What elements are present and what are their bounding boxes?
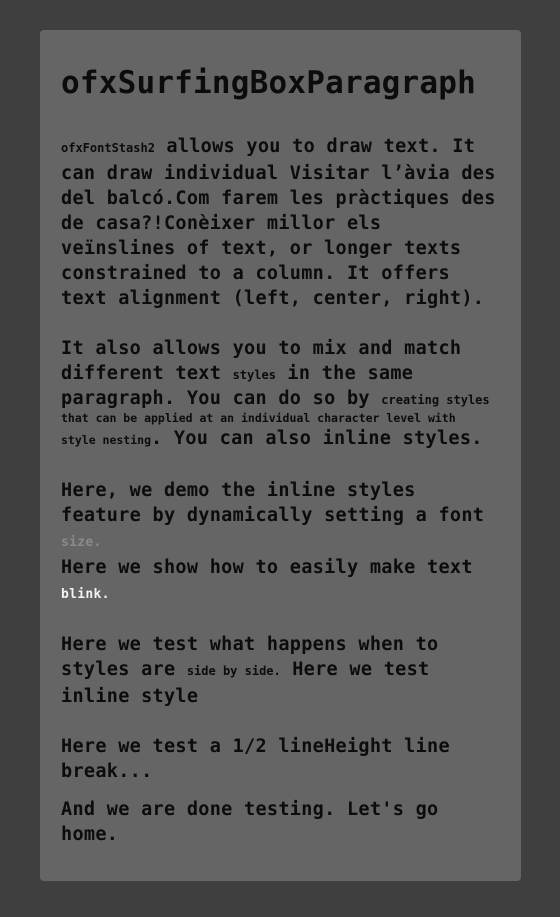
text-line: Here we show how to easily make text bbox=[61, 557, 473, 578]
text-line: veïnslines of text, or longer texts bbox=[61, 238, 462, 259]
text-line: home. bbox=[61, 823, 119, 845]
text-line: allows you to draw text. It bbox=[154, 136, 476, 157]
text-line: can draw individual Visitar l’àvia des bbox=[61, 163, 496, 184]
paragraph-half-lineheight: Here we test a 1/2 lineHeight line break… bbox=[61, 734, 501, 784]
small-styled-text: style nesting bbox=[61, 433, 152, 447]
text-span: different text bbox=[61, 363, 233, 384]
small-styled-text: creating styles bbox=[381, 393, 490, 407]
text-line: Here we test a 1/2 lineHeight line bbox=[61, 736, 450, 757]
paragraph-done: And we are done testing. Let's go home. bbox=[61, 797, 501, 847]
text-span: in the same bbox=[275, 363, 414, 384]
paragraph-intro: ofxFontStash2 allows you to draw text. I… bbox=[61, 134, 501, 311]
panel-title: ofxSurfingBoxParagraph bbox=[61, 65, 476, 101]
text-line: del balcó.Com farem les pràctiques des bbox=[61, 188, 496, 209]
paragraph-inline-demo: Here, we demo the inline styles feature … bbox=[61, 478, 501, 607]
blinking-text: blink. bbox=[61, 587, 110, 602]
text-span: paragraph. You can do so by bbox=[61, 388, 382, 409]
text-line: text alignment (left, center, right). bbox=[61, 288, 485, 309]
code-label: ofxFontStash2 bbox=[61, 141, 155, 155]
text-line: It also allows you to mix and match bbox=[61, 338, 462, 359]
paragraph-side-by-side: Here we test what happens when to styles… bbox=[61, 632, 501, 709]
paragraph-panel: ofxSurfingBoxParagraph ofxFontStash2 all… bbox=[40, 30, 521, 881]
small-styled-text: that can be applied at an individual cha… bbox=[61, 411, 456, 425]
text-line: inline style bbox=[61, 686, 199, 707]
small-styled-text: styles bbox=[232, 368, 276, 382]
text-span: styles are bbox=[61, 659, 187, 680]
text-line: Here we test what happens when to bbox=[61, 634, 439, 655]
text-line: constrained to a column. It offers bbox=[61, 263, 450, 284]
text-span: Here we test bbox=[280, 659, 430, 680]
dynamic-size-text: size. bbox=[61, 535, 102, 550]
small-styled-text: side by side. bbox=[186, 664, 281, 678]
text-line: break... bbox=[61, 761, 153, 782]
text-line: feature by dynamically setting a font bbox=[61, 505, 485, 526]
text-line: And we are done testing. Let's go bbox=[61, 798, 439, 820]
text-line: de casa?!Conèixer millor els bbox=[61, 213, 382, 234]
text-line: Here, we demo the inline styles bbox=[61, 480, 416, 501]
text-span: . You can also inline styles. bbox=[151, 428, 483, 449]
paragraph-styles: It also allows you to mix and match diff… bbox=[61, 336, 501, 453]
